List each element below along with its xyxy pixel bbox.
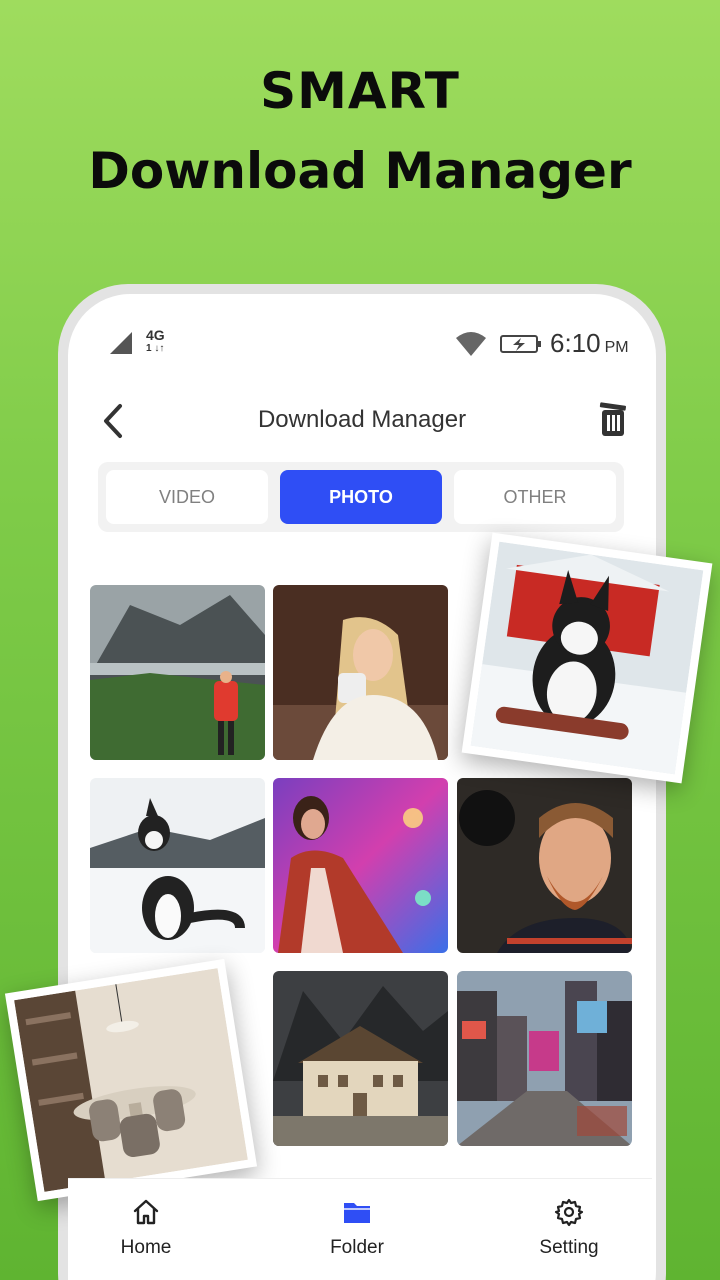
husky-snow-photo[interactable]	[90, 778, 265, 953]
clock-ampm: PM	[604, 339, 629, 356]
woman-neon-lights-photo[interactable]	[273, 778, 448, 953]
husky-red-barn-photo[interactable]	[461, 532, 713, 784]
headline-smart: SMART	[260, 62, 460, 120]
status-bar: 4G 1 ↓↑ 6:10 PM	[68, 324, 656, 364]
nav-folder-label: Folder	[330, 1237, 384, 1258]
nav-setting-label: Setting	[539, 1237, 599, 1258]
tab-photo[interactable]: PHOTO	[280, 470, 442, 524]
nav-folder[interactable]: Folder	[297, 1197, 417, 1259]
clock-time: 6:10	[550, 328, 601, 358]
tab-video[interactable]: VIDEO	[106, 470, 268, 524]
headline-download-manager: Download Manager	[88, 142, 632, 200]
woman-coffee-photo[interactable]	[273, 585, 448, 760]
media-type-tabs: VIDEO PHOTO OTHER	[98, 462, 624, 532]
bearded-man-photo[interactable]	[457, 778, 632, 953]
nav-home[interactable]: Home	[86, 1197, 206, 1259]
house-mountains-photo[interactable]	[273, 971, 448, 1146]
app-bar: Download Manager	[68, 398, 656, 442]
nav-setting[interactable]: Setting	[509, 1197, 629, 1259]
signal-icon	[110, 332, 132, 354]
network-indicator: 4G 1 ↓↑	[146, 328, 165, 356]
nav-home-label: Home	[120, 1237, 172, 1258]
wifi-icon	[456, 332, 486, 356]
network-type: 4G	[146, 327, 165, 343]
battery-icon	[500, 335, 541, 353]
page-title: Download Manager	[257, 406, 467, 433]
folder-icon	[344, 1203, 370, 1223]
trash-icon[interactable]	[596, 400, 632, 438]
dining-room-photo[interactable]	[4, 958, 258, 1202]
gear-icon	[554, 1198, 584, 1227]
tab-other[interactable]: OTHER	[454, 470, 616, 524]
home-icon	[133, 1199, 159, 1225]
city-street-photo[interactable]	[457, 971, 632, 1146]
network-sub: 1 ↓↑	[146, 343, 165, 354]
clock: 6:10 PM	[550, 328, 629, 359]
mountain-hiker-photo[interactable]	[90, 585, 265, 760]
bottom-navigation: Home Folder Setting	[68, 1178, 652, 1280]
